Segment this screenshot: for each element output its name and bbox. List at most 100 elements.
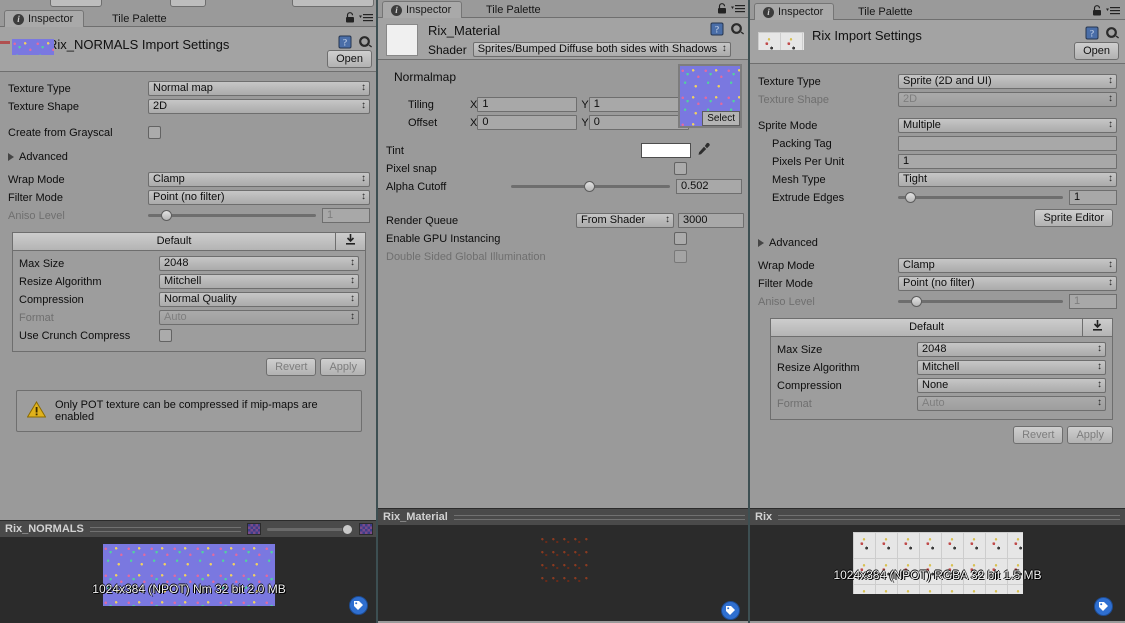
apply-button[interactable]: Apply: [1067, 426, 1113, 444]
max-size-dropdown[interactable]: 2048: [159, 256, 359, 271]
revert-button[interactable]: Revert: [1013, 426, 1064, 444]
normalmap-object-preview[interactable]: Select: [678, 64, 742, 128]
row-sprite-mode: Sprite Mode Multiple: [758, 117, 1117, 134]
render-queue-value-input[interactable]: 3000: [678, 213, 744, 228]
hamburger-menu-icon[interactable]: [731, 4, 745, 16]
tag-icon[interactable]: [349, 596, 368, 615]
texture-type-dropdown[interactable]: Sprite (2D and UI): [898, 74, 1117, 89]
property-label: Double Sided Global Illumination: [386, 250, 546, 263]
open-button[interactable]: Open: [1074, 42, 1119, 60]
sprite-editor-button[interactable]: Sprite Editor: [1034, 209, 1113, 227]
render-queue-mode-dropdown[interactable]: From Shader: [576, 213, 674, 228]
asset-header-material: Rix_Material Shader Sprites/Bumped Diffu…: [378, 18, 750, 60]
tab-tile-palette-sprite[interactable]: Tile Palette: [850, 3, 923, 21]
tab-inspector-material[interactable]: i Inspector: [382, 1, 463, 19]
toolbar-button-3[interactable]: [292, 0, 374, 7]
alpha-checker-icon[interactable]: [359, 523, 373, 535]
extrude-edges-slider[interactable]: [898, 190, 1063, 205]
offset-y-input[interactable]: 0: [588, 115, 689, 130]
revert-button[interactable]: Revert: [266, 358, 317, 376]
packing-tag-input[interactable]: [898, 136, 1117, 151]
property-label: Max Size: [777, 343, 823, 356]
tab-tile-palette-material[interactable]: Tile Palette: [478, 1, 551, 19]
aniso-level-slider[interactable]: [148, 208, 316, 223]
wrap-mode-dropdown[interactable]: Clamp: [148, 172, 370, 187]
row-create-from-grayscale: Create from Grayscal: [8, 124, 370, 141]
sprite-mode-dropdown[interactable]: Multiple: [898, 118, 1117, 133]
tag-icon[interactable]: [1094, 597, 1113, 616]
filter-mode-dropdown[interactable]: Point (no filter): [898, 276, 1117, 291]
toolbar-button-2[interactable]: [170, 0, 206, 7]
row-double-sided-gi: Double Sided Global Illumination: [386, 248, 742, 265]
extrude-edges-value[interactable]: 1: [1069, 190, 1117, 205]
hamburger-menu-icon[interactable]: [1106, 6, 1120, 18]
shader-dropdown[interactable]: Sprites/Bumped Diffuse both sides with S…: [472, 42, 731, 57]
gpu-instancing-checkbox[interactable]: [674, 232, 687, 245]
preview-canvas-normals[interactable]: 1024x384 (NPOT) Nm 32 bit 2.0 MB: [0, 538, 378, 623]
help-book-icon[interactable]: ?: [710, 22, 724, 39]
property-label: Filter Mode: [8, 191, 64, 204]
hamburger-menu-icon[interactable]: [359, 13, 373, 25]
tiling-y-input[interactable]: 1: [588, 97, 689, 112]
drag-handle[interactable]: [778, 514, 1120, 520]
texture-type-dropdown[interactable]: Normal map: [148, 81, 370, 96]
aniso-level-value[interactable]: 1: [322, 208, 370, 223]
select-button[interactable]: Select: [702, 111, 740, 126]
preview-zoom-slider[interactable]: [267, 523, 353, 535]
slider-knob[interactable]: [584, 181, 596, 192]
lock-icon[interactable]: [717, 3, 727, 17]
alpha-cutoff-slider[interactable]: [511, 179, 670, 194]
gear-icon[interactable]: [730, 22, 745, 39]
resize-algorithm-dropdown[interactable]: Mitchell: [159, 274, 359, 289]
tag-icon[interactable]: [721, 601, 740, 620]
tiling-x-input[interactable]: 1: [477, 97, 578, 112]
open-button[interactable]: Open: [327, 50, 372, 68]
filter-mode-dropdown[interactable]: Point (no filter): [148, 190, 370, 205]
compression-dropdown[interactable]: None: [917, 378, 1106, 393]
use-crunch-compression-checkbox[interactable]: [159, 329, 172, 342]
aniso-level-slider[interactable]: [898, 294, 1063, 309]
mesh-type-dropdown[interactable]: Tight: [898, 172, 1117, 187]
properties-sprite: Texture Type Sprite (2D and UI) Texture …: [750, 64, 1125, 444]
create-from-grayscale-checkbox[interactable]: [148, 126, 161, 139]
pixel-snap-checkbox[interactable]: [674, 162, 687, 175]
toolbar-button-1[interactable]: [50, 0, 102, 7]
lock-icon[interactable]: [345, 12, 355, 26]
slider-knob[interactable]: [161, 210, 173, 221]
gear-icon[interactable]: [1105, 26, 1120, 43]
format-dropdown: Auto: [917, 396, 1106, 411]
platform-tab-default[interactable]: Default: [13, 233, 335, 250]
preview-footer-sprite: [750, 597, 1125, 621]
slider-knob[interactable]: [342, 523, 353, 535]
tab-inspector-sprite[interactable]: i Inspector: [754, 3, 835, 21]
wrap-mode-dropdown[interactable]: Clamp: [898, 258, 1117, 273]
slider-knob[interactable]: [904, 192, 916, 203]
advanced-foldout-sprite[interactable]: Advanced: [758, 234, 1117, 251]
lock-icon[interactable]: [1092, 5, 1102, 19]
checkerboard-icon[interactable]: [247, 523, 261, 535]
drag-handle[interactable]: [89, 526, 241, 532]
slider-knob[interactable]: [911, 296, 923, 307]
tab-tile-palette-normals[interactable]: Tile Palette: [104, 10, 177, 28]
texture-shape-dropdown[interactable]: 2D: [148, 99, 370, 114]
y-axis-label: Y: [581, 116, 589, 129]
resize-algorithm-dropdown[interactable]: Mitchell: [917, 360, 1106, 375]
download-icon[interactable]: [1082, 319, 1112, 336]
drag-handle[interactable]: [453, 514, 745, 520]
offset-x-input[interactable]: 0: [477, 115, 578, 130]
preview-canvas-sprite[interactable]: 1024x384 (NPOT) RGBA 32 bit 1.5 MB: [750, 526, 1125, 601]
eyedropper-icon[interactable]: [697, 142, 711, 159]
compression-dropdown[interactable]: Normal Quality: [159, 292, 359, 307]
preview-canvas-material[interactable]: [378, 526, 750, 601]
tab-inspector-normals[interactable]: i Inspector: [4, 10, 85, 28]
aniso-level-value[interactable]: 1: [1069, 294, 1117, 309]
pixels-per-unit-input[interactable]: 1: [898, 154, 1117, 169]
advanced-foldout-normals[interactable]: Advanced: [8, 148, 370, 165]
max-size-dropdown[interactable]: 2048: [917, 342, 1106, 357]
tint-color-swatch[interactable]: [641, 143, 691, 158]
help-book-icon[interactable]: ?: [1085, 26, 1099, 43]
platform-tab-default[interactable]: Default: [771, 319, 1082, 336]
download-icon[interactable]: [335, 233, 365, 250]
alpha-cutoff-value[interactable]: 0.502: [676, 179, 742, 194]
apply-button[interactable]: Apply: [320, 358, 366, 376]
